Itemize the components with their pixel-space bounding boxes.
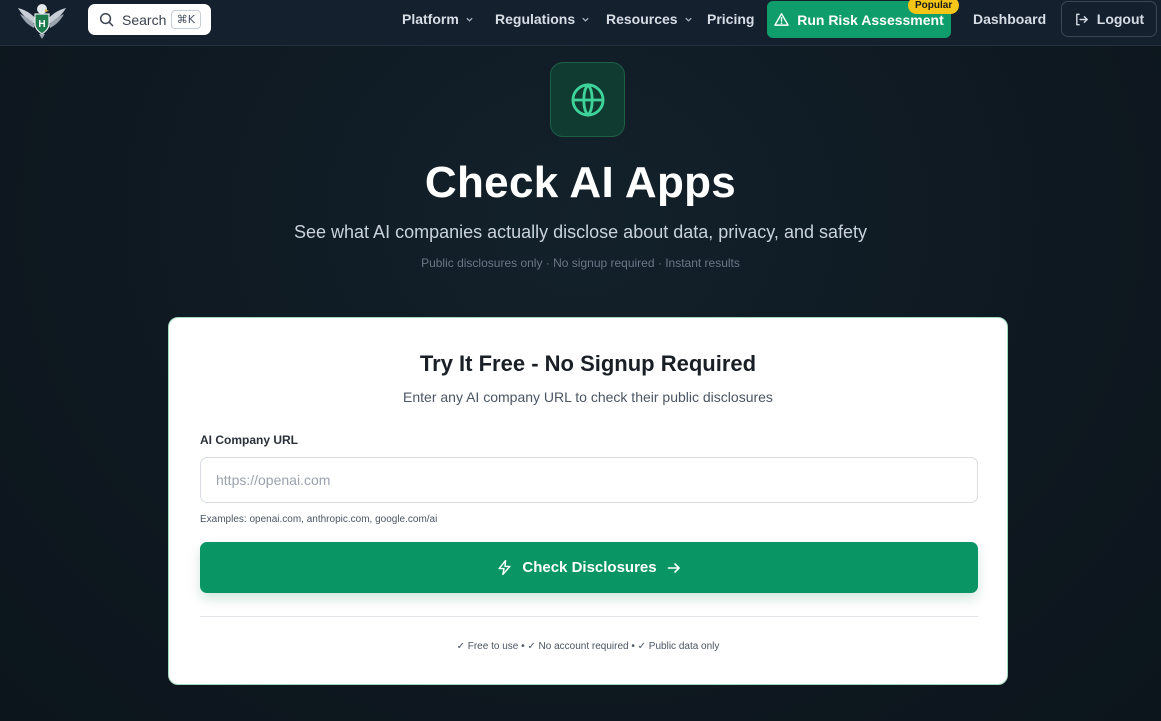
warning-triangle-icon bbox=[774, 12, 789, 26]
page-title: Check AI Apps bbox=[424, 158, 737, 207]
logout-label: Logout bbox=[1096, 11, 1145, 27]
nav-pricing-label: Pricing bbox=[707, 11, 755, 27]
eagle-shield-logo[interactable]: H bbox=[16, 0, 68, 40]
company-url-label: AI Company URL bbox=[200, 433, 299, 447]
check-disclosures-label: Check Disclosures bbox=[522, 559, 657, 576]
search-label: Search bbox=[122, 11, 167, 28]
check-disclosures-button[interactable]: Check Disclosures bbox=[200, 542, 978, 593]
chevron-down-icon bbox=[466, 17, 473, 22]
nav-dashboard-label: Dashboard bbox=[973, 11, 1047, 27]
page-meta-note: Public disclosures only · No signup requ… bbox=[421, 256, 740, 270]
search-icon bbox=[99, 12, 114, 27]
chevron-down-icon bbox=[684, 17, 692, 22]
company-url-input[interactable] bbox=[200, 457, 978, 503]
search-shortcut-badge: ⌘K bbox=[170, 10, 201, 29]
url-examples-hint: Examples: openai.com, anthropic.com, goo… bbox=[200, 514, 438, 525]
page-subtitle: See what AI companies actually disclose … bbox=[294, 222, 867, 242]
nav-resources[interactable]: Resources bbox=[606, 0, 693, 38]
popular-badge: Popular bbox=[908, 0, 960, 14]
nav-regulations-label: Regulations bbox=[495, 11, 576, 27]
nav-resources-label: Resources bbox=[606, 11, 678, 27]
nav-platform-label: Platform bbox=[402, 11, 459, 27]
nav-pricing[interactable]: Pricing bbox=[707, 0, 754, 38]
card-title: Try It Free - No Signup Required bbox=[419, 351, 757, 376]
top-navbar: H Search ⌘K Platform Regulations Resourc… bbox=[0, 0, 1161, 46]
logout-button[interactable]: Logout bbox=[1061, 1, 1157, 37]
hero-globe-badge bbox=[550, 62, 625, 137]
lightning-bolt-icon bbox=[498, 559, 511, 576]
chevron-down-icon bbox=[582, 17, 589, 22]
nav-platform[interactable]: Platform bbox=[402, 0, 474, 38]
logout-icon bbox=[1075, 13, 1088, 25]
nav-dashboard[interactable]: Dashboard bbox=[973, 0, 1046, 38]
arrow-right-icon bbox=[667, 562, 680, 573]
card-footer-note: ✓ Free to use • ✓ No account required • … bbox=[456, 641, 720, 652]
nav-regulations[interactable]: Regulations bbox=[495, 0, 590, 38]
globe-icon bbox=[571, 82, 604, 117]
svg-text:H: H bbox=[38, 19, 45, 30]
search-button[interactable]: Search ⌘K bbox=[88, 4, 211, 35]
check-disclosures-card: Try It Free - No Signup Required Enter a… bbox=[168, 317, 1008, 685]
card-subtitle: Enter any AI company URL to check their … bbox=[403, 389, 773, 405]
card-divider bbox=[200, 616, 978, 617]
